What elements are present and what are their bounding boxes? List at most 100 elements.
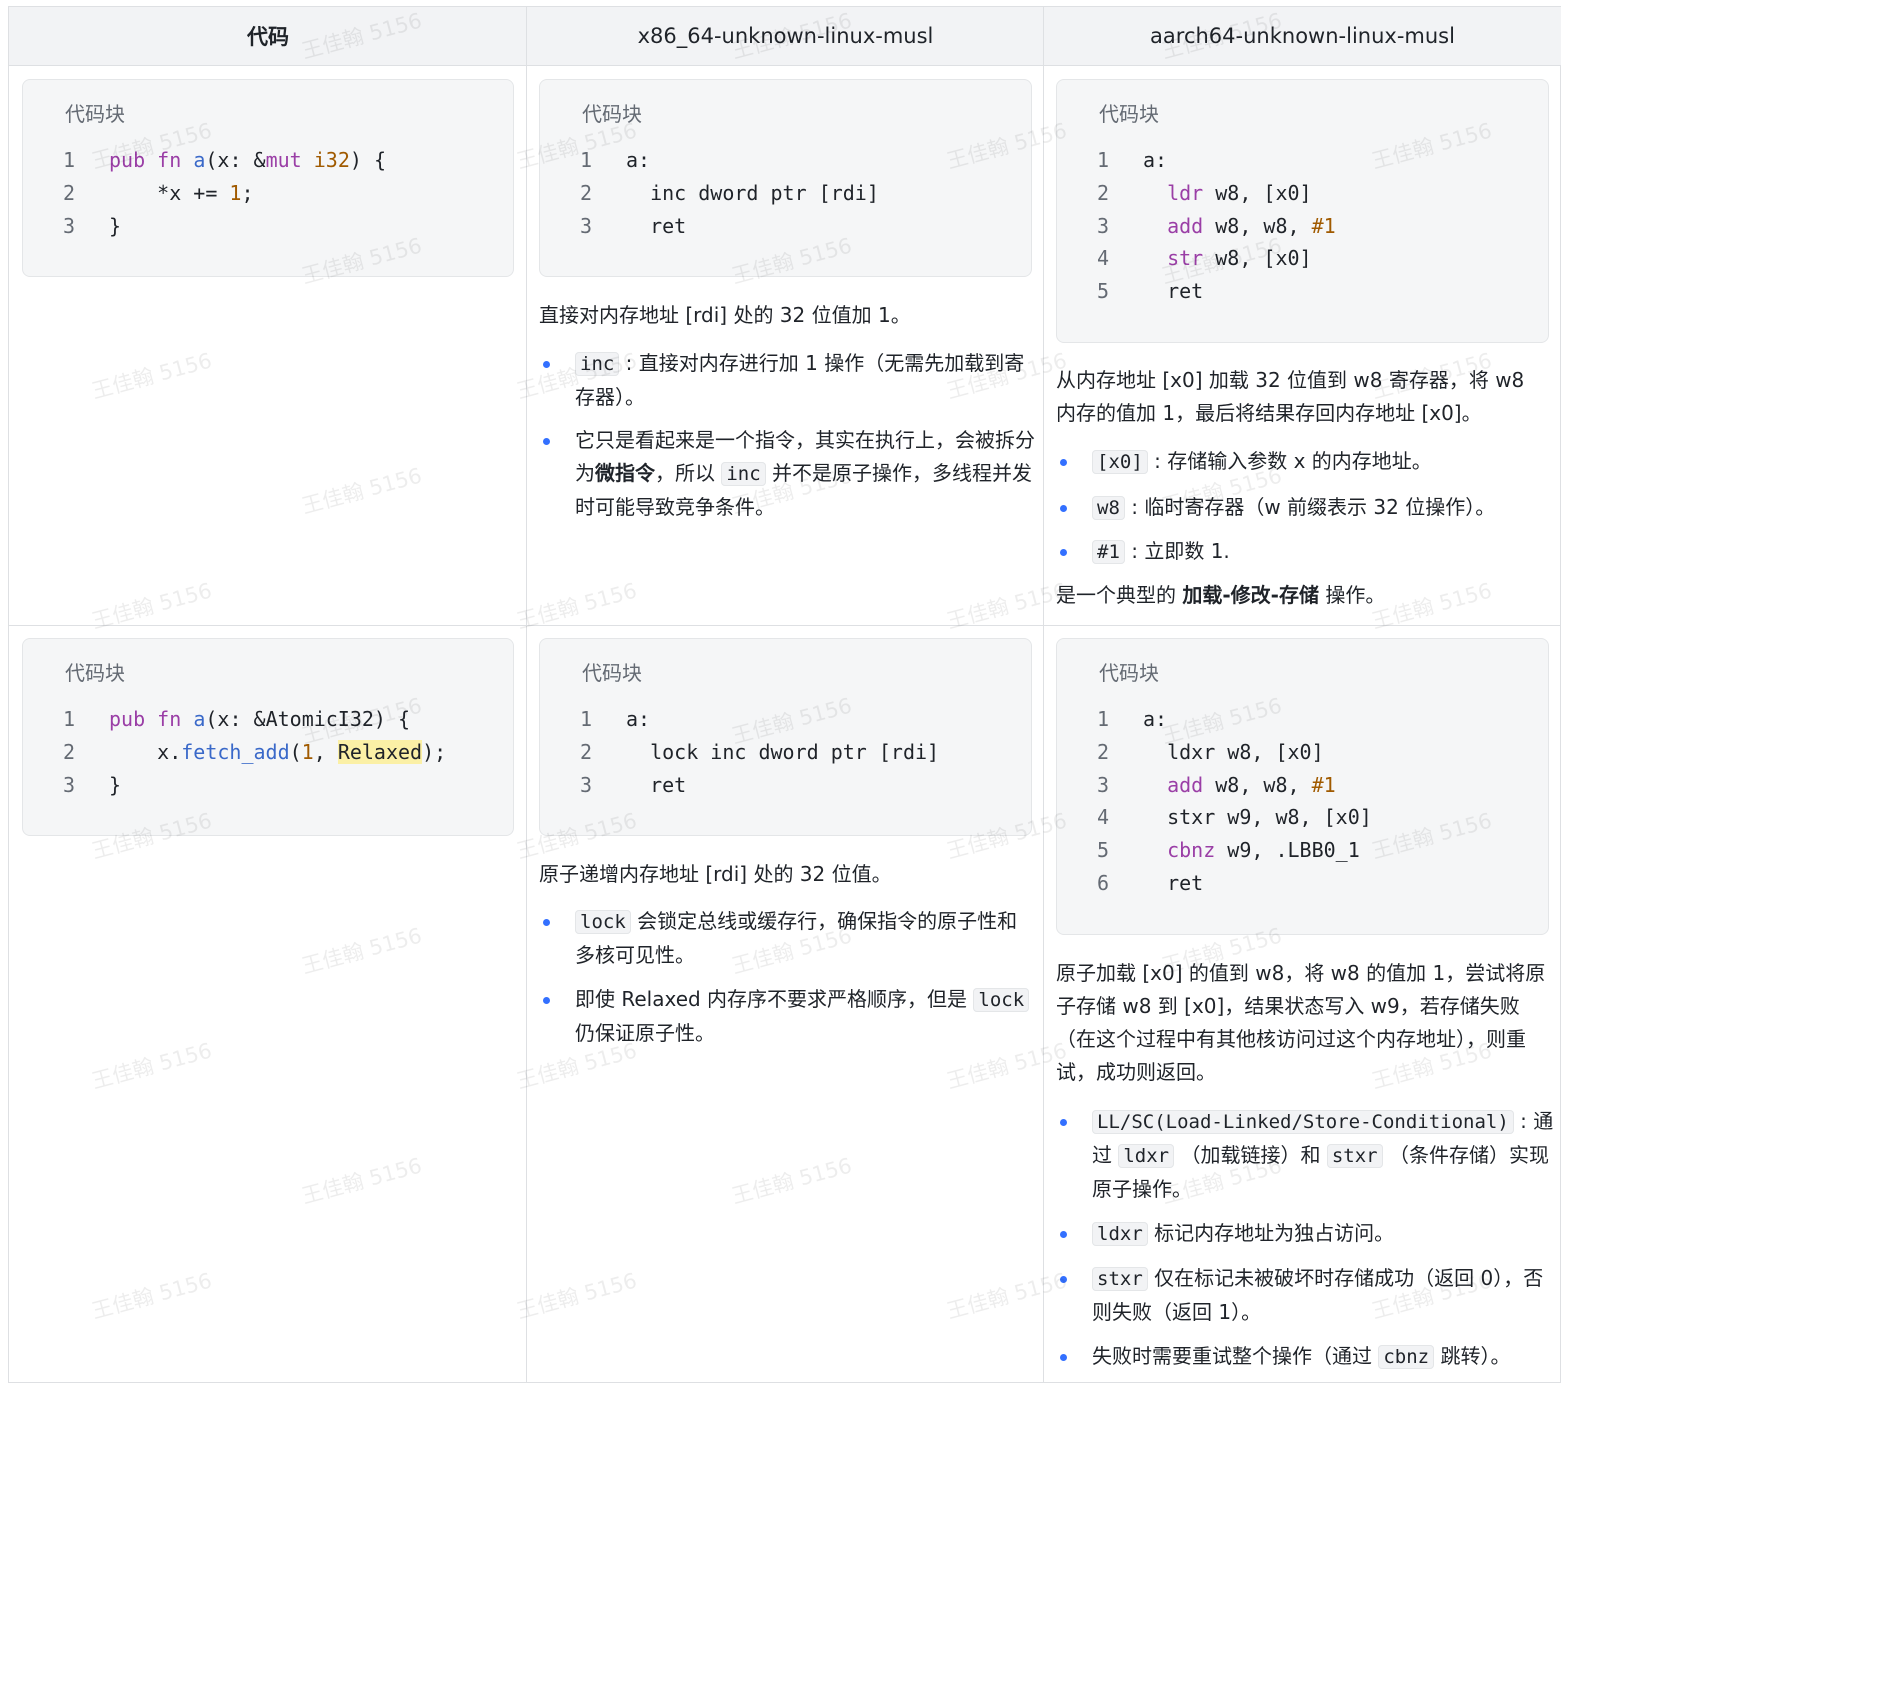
code-line: 4 stxr w9, w8, [x0] bbox=[1097, 801, 1372, 834]
inline-code: lock bbox=[973, 988, 1030, 1012]
inline-code: inc bbox=[575, 352, 620, 376]
code-token: pub bbox=[109, 707, 146, 731]
code-block-title: 代码块 bbox=[1099, 661, 1159, 685]
code-token: #1 bbox=[1311, 213, 1336, 238]
code-line: 1 pub fn a(x: &mut i32) { bbox=[63, 144, 386, 177]
comparison-table: 代码 x86_64-unknown-linux-musl aarch64-unk… bbox=[8, 6, 1561, 1383]
code-block-title: 代码块 bbox=[582, 102, 642, 126]
code-line: 2 lock inc dword ptr [rdi] bbox=[580, 736, 939, 769]
line-number: 4 bbox=[1097, 805, 1110, 830]
inline-code: lock bbox=[575, 910, 631, 934]
code-line: 1 a: bbox=[580, 144, 879, 177]
line-number: 2 bbox=[1097, 739, 1110, 764]
line-number: 1 bbox=[63, 148, 76, 172]
bullet-dot bbox=[1060, 1354, 1067, 1361]
code-lines: 1 a: 2 ldr w8, [x0] 3 add w8, w8, #1 4 str w… bbox=[1097, 144, 1336, 308]
bullet-item: stxr 仅在标记未被破坏时存储成功（返回 0），否则失败（返回 1）。 bbox=[1092, 1266, 1544, 1324]
line-number: 2 bbox=[580, 180, 593, 205]
line-number: 4 bbox=[1097, 246, 1110, 271]
code-line: 1 pub fn a(x: &AtomicI32) { bbox=[63, 703, 446, 736]
line-number: 2 bbox=[580, 739, 593, 764]
code-line: 3 add w8, w8, #1 bbox=[1097, 210, 1336, 243]
code-token: fn bbox=[157, 148, 182, 172]
line-number: 3 bbox=[580, 213, 593, 238]
inline-code: stxr bbox=[1326, 1144, 1383, 1168]
bullet-dot bbox=[543, 361, 550, 368]
inline-code: [x0] bbox=[1092, 450, 1148, 474]
rust-code-block-2[interactable]: 代码块 1 pub fn a(x: &AtomicI32) {2 x.fetch_… bbox=[22, 638, 514, 836]
code-lines: 1 pub fn a(x: &mut i32) {2 *x += 1; 3} bbox=[63, 144, 386, 242]
code-block-title: 代码块 bbox=[65, 102, 125, 126]
inline-code: w8 bbox=[1092, 496, 1125, 520]
code-token: fetch_add bbox=[181, 739, 290, 764]
x86-code-block-1[interactable]: 代码块 1 a: 2 inc dword ptr [rdi] 3 ret bbox=[539, 79, 1032, 277]
inline-code: inc bbox=[721, 462, 766, 486]
inline-code: ldxr bbox=[1092, 1222, 1148, 1246]
code-line: 2 *x += 1; bbox=[63, 177, 386, 210]
bullet-dot bbox=[543, 919, 550, 926]
code-block-title: 代码块 bbox=[1099, 102, 1159, 126]
code-lines: 1 a: 2 inc dword ptr [rdi] 3 ret bbox=[580, 144, 879, 242]
code-line: 4 str w8, [x0] bbox=[1097, 242, 1336, 275]
code-token: add bbox=[1167, 213, 1204, 238]
bullet-item: w8 : 临时寄存器（w 前缀表示 32 位操作）。 bbox=[1092, 491, 1554, 525]
code-token: mut bbox=[265, 148, 302, 172]
bullet-item: [x0] : 存储输入参数 x 的内存地址。 bbox=[1092, 445, 1554, 479]
bullet-item: 失败时需要重试整个操作（通过 cbnz 跳转）。 bbox=[1092, 1344, 1511, 1369]
line-number: 1 bbox=[580, 148, 593, 172]
inline-code: cbnz bbox=[1378, 1345, 1435, 1369]
x86-code-block-2[interactable]: 代码块 1 a: 2 lock inc dword ptr [rdi] 3 ret bbox=[539, 638, 1032, 836]
line-number: 3 bbox=[1097, 213, 1110, 238]
code-line: 3} bbox=[63, 769, 446, 802]
code-token: Relaxed bbox=[337, 739, 423, 764]
line-number: 2 bbox=[63, 180, 76, 205]
bullet-dot bbox=[1060, 459, 1067, 466]
line-number: 5 bbox=[1097, 279, 1110, 304]
arm-code-block-2[interactable]: 代码块 1 a: 2 ldxr w8, [x0] 3 add w8, w8, #1 4 … bbox=[1056, 638, 1549, 935]
bullet-dot bbox=[1060, 505, 1067, 512]
line-number: 1 bbox=[1097, 148, 1110, 172]
code-token: 1 bbox=[229, 180, 242, 205]
line-number: 1 bbox=[580, 707, 593, 731]
code-token: #1 bbox=[1311, 772, 1336, 797]
line-number: 3 bbox=[63, 772, 76, 797]
x86-description-2: 原子递增内存地址 [rdi] 处的 32 位值。 bbox=[539, 862, 892, 886]
line-number: 3 bbox=[63, 213, 76, 238]
code-line: 1 a: bbox=[580, 703, 939, 736]
code-line: 2 ldxr w8, [x0] bbox=[1097, 736, 1372, 769]
bullet-dot bbox=[543, 997, 550, 1004]
code-token: cbnz bbox=[1167, 838, 1216, 863]
code-block-title: 代码块 bbox=[65, 661, 125, 685]
inline-code: LL/SC(Load-Linked/Store-Conditional) bbox=[1092, 1110, 1514, 1134]
code-line: 2 ldr w8, [x0] bbox=[1097, 177, 1336, 210]
code-token: ldr bbox=[1167, 180, 1204, 205]
line-number: 3 bbox=[1097, 772, 1110, 797]
code-line: 3 ret bbox=[580, 769, 939, 802]
arm-description-1: 从内存地址 [x0] 加载 32 位值到 w8 寄存器，将 w8 内存的值加 1… bbox=[1056, 368, 1525, 425]
line-number: 2 bbox=[63, 739, 76, 764]
line-number: 2 bbox=[1097, 180, 1110, 205]
code-line: 1 a: bbox=[1097, 144, 1336, 177]
line-number: 6 bbox=[1097, 870, 1110, 895]
bullet-item: 即使 Relaxed 内存序不要求严格顺序，但是 lock 仍保证原子性。 bbox=[575, 983, 1037, 1050]
rust-code-block-1[interactable]: 代码块 1 pub fn a(x: &mut i32) {2 *x += 1; 3} bbox=[22, 79, 514, 277]
line-number: 5 bbox=[1097, 838, 1110, 863]
bullet-dot bbox=[543, 438, 550, 445]
bullet-item: #1 : 立即数 1. bbox=[1092, 535, 1554, 569]
inline-code: ldxr bbox=[1118, 1144, 1175, 1168]
code-token: a bbox=[193, 707, 206, 731]
code-token: pub bbox=[109, 148, 146, 172]
line-number: 1 bbox=[1097, 707, 1110, 731]
x86-description-1: 直接对内存地址 [rdi] 处的 32 位值加 1。 bbox=[539, 303, 911, 327]
code-line: 5 ret bbox=[1097, 275, 1336, 308]
code-line: 6 ret bbox=[1097, 867, 1372, 900]
header-aarch64: aarch64-unknown-linux-musl bbox=[1044, 7, 1561, 66]
inline-code: stxr bbox=[1092, 1267, 1148, 1291]
bullet-item: inc : 直接对内存进行加 1 操作（无需先加载到寄存器）。 bbox=[575, 351, 1025, 409]
arm-code-block-1[interactable]: 代码块 1 a: 2 ldr w8, [x0] 3 add w8, w8, #1 4 s… bbox=[1056, 79, 1549, 343]
row-divider bbox=[9, 625, 1560, 626]
bullet-item: 它只是看起来是一个指令，其实在执行上，会被拆分为微指令，所以 inc 并不是原子… bbox=[575, 428, 1035, 519]
code-line: 3 add w8, w8, #1 bbox=[1097, 769, 1372, 802]
bullet-dot bbox=[1060, 549, 1067, 556]
code-line: 3 ret bbox=[580, 210, 879, 243]
